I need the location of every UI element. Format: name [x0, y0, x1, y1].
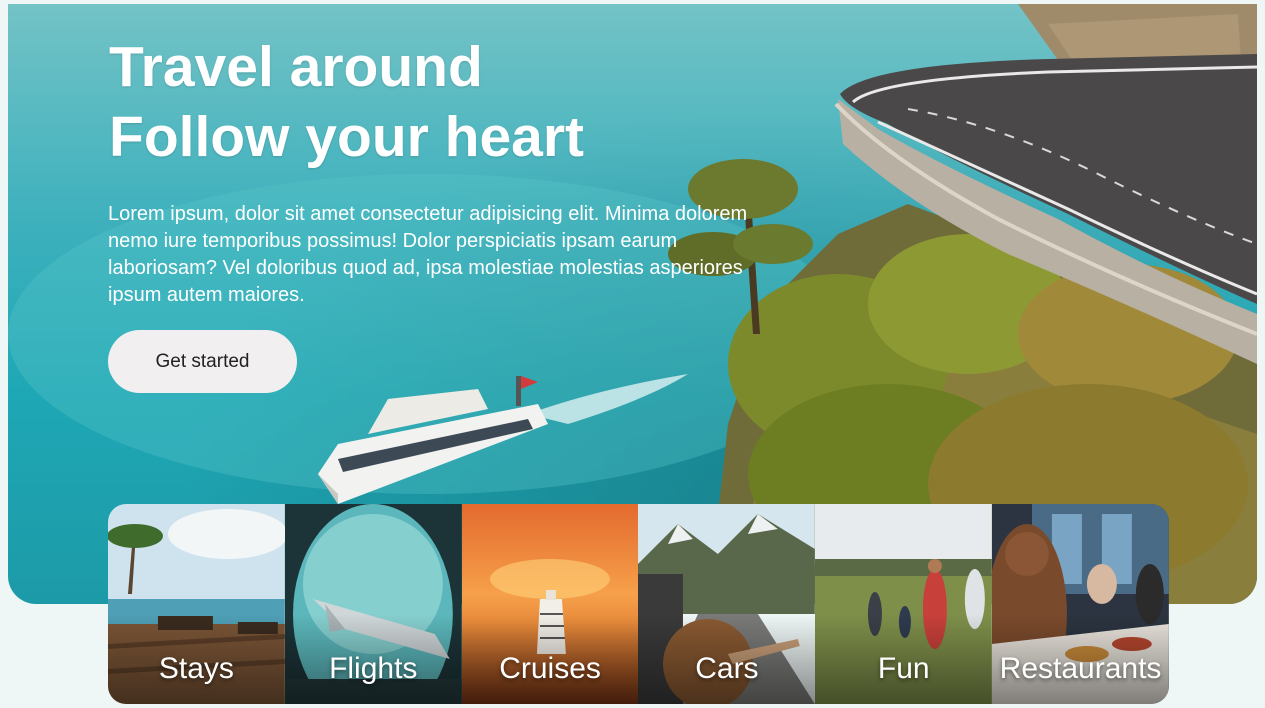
category-card-restaurants[interactable]: Restaurants — [992, 504, 1169, 704]
category-label: Restaurants — [999, 652, 1162, 685]
hero-title: Travel around Follow your heart — [109, 32, 584, 172]
get-started-button[interactable]: Get started — [108, 330, 297, 393]
category-card-fun[interactable]: Fun — [815, 504, 993, 704]
hero-title-line-2: Follow your heart — [109, 105, 585, 169]
category-card-flights[interactable]: Flights — [284, 504, 462, 704]
hero-description: Lorem ipsum, dolor sit amet consectetur … — [108, 203, 748, 306]
category-card-stays[interactable]: Stays — [108, 504, 285, 704]
category-card-cars[interactable]: Cars — [638, 504, 816, 704]
category-label: Cars — [695, 652, 759, 685]
category-label: Cruises — [499, 652, 601, 685]
hero-title-line-1: Travel around — [109, 35, 483, 99]
category-label: Fun — [877, 652, 930, 685]
category-label: Stays — [158, 652, 234, 685]
category-card-cruises[interactable]: Cruises — [461, 504, 639, 704]
category-label: Flights — [329, 652, 418, 685]
category-cards: Stays Flights Cruises Cars Fun Restauran… — [108, 504, 1169, 704]
